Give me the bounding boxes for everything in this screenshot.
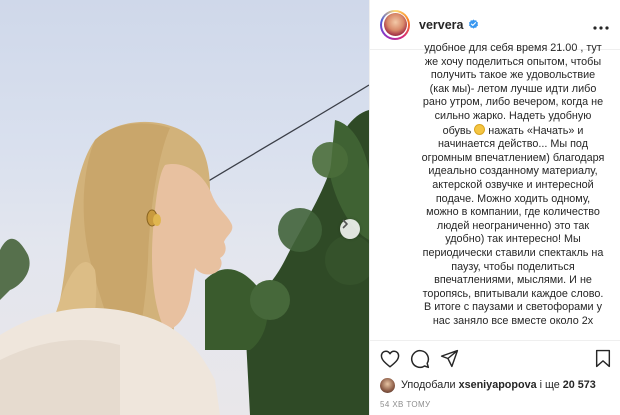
caption-line: (как мы)- летом лучше идти либо bbox=[429, 82, 597, 95]
bookmark-icon[interactable] bbox=[595, 349, 611, 373]
post-sidebar: ververa удобное для себя время 21.00 , т… bbox=[369, 0, 620, 415]
likes-summary: Уподобали xseniyapopova і ще 20 573 bbox=[380, 377, 596, 393]
caption-line: впечатлениями, мыслями. И не bbox=[434, 274, 592, 287]
author-username[interactable]: ververa bbox=[419, 18, 464, 32]
caption-line: начинается действо... Мы под bbox=[437, 138, 589, 151]
caption-line: удобно) так интересно! Мы bbox=[445, 233, 581, 246]
caption-line: сильно жарко. Надеть удобную bbox=[434, 109, 592, 122]
comment-icon[interactable] bbox=[410, 349, 430, 369]
post-photo[interactable] bbox=[0, 0, 369, 415]
caption-line: нас заняло все вместе около 2х bbox=[432, 314, 594, 327]
caption-line: подаче. Можно ходить одному, bbox=[435, 192, 591, 205]
slightly-smiling-face-emoji-icon bbox=[474, 123, 486, 135]
photo-illustration bbox=[0, 84, 369, 415]
caption-text: нажать «Начать» и bbox=[488, 124, 584, 137]
author-avatar[interactable] bbox=[380, 9, 410, 40]
liker-avatar[interactable] bbox=[380, 377, 395, 393]
liker-username[interactable]: xseniyapopova bbox=[459, 379, 537, 391]
chevron-right-icon bbox=[342, 219, 348, 229]
post-actions bbox=[370, 340, 620, 376]
caption-line: огромным впечатлением) благодаря bbox=[421, 151, 605, 164]
caption-line: В итоге с паузами и светофорами у bbox=[424, 301, 602, 314]
caption-line: торопясь, впитывали каждое слово. bbox=[422, 287, 604, 300]
post-caption: удобное для себя время 21.00 , тут же хо… bbox=[418, 42, 608, 337]
heart-icon[interactable] bbox=[380, 349, 400, 368]
caption-line: же хочу поделиться опытом, чтобы bbox=[424, 55, 602, 68]
post-timestamp[interactable]: 54 ХВ ТОМУ bbox=[380, 400, 431, 409]
caption-line: паузу, чтобы поделиться bbox=[451, 260, 575, 273]
caption-line: актерской озвучке и интересной bbox=[432, 178, 594, 191]
caption-line: периодически ставили спектакль на bbox=[422, 246, 604, 259]
caption-line: удобное для себя время 21.00 , тут bbox=[424, 42, 602, 54]
verified-badge-icon bbox=[468, 19, 479, 30]
caption-line: людей неограниченно) это так bbox=[436, 219, 590, 232]
more-options-icon[interactable] bbox=[593, 17, 609, 35]
carousel-next-button[interactable] bbox=[340, 219, 360, 239]
caption-line: идеально созданному материалу, bbox=[428, 165, 598, 178]
caption-line: рано утром, либо вечером, когда не bbox=[422, 96, 604, 109]
paper-plane-icon[interactable] bbox=[440, 349, 459, 368]
caption-line: можно в компании, где количество bbox=[426, 206, 600, 219]
likes-count[interactable]: 20 573 bbox=[563, 379, 596, 391]
likes-prefix: Уподобали bbox=[401, 379, 456, 391]
caption-text: обувь bbox=[442, 124, 472, 137]
caption-line: обувь нажать «Начать» и bbox=[418, 123, 608, 139]
caption-line: получить такое же удовольствие bbox=[430, 69, 596, 82]
likes-middle: і ще bbox=[539, 379, 560, 391]
